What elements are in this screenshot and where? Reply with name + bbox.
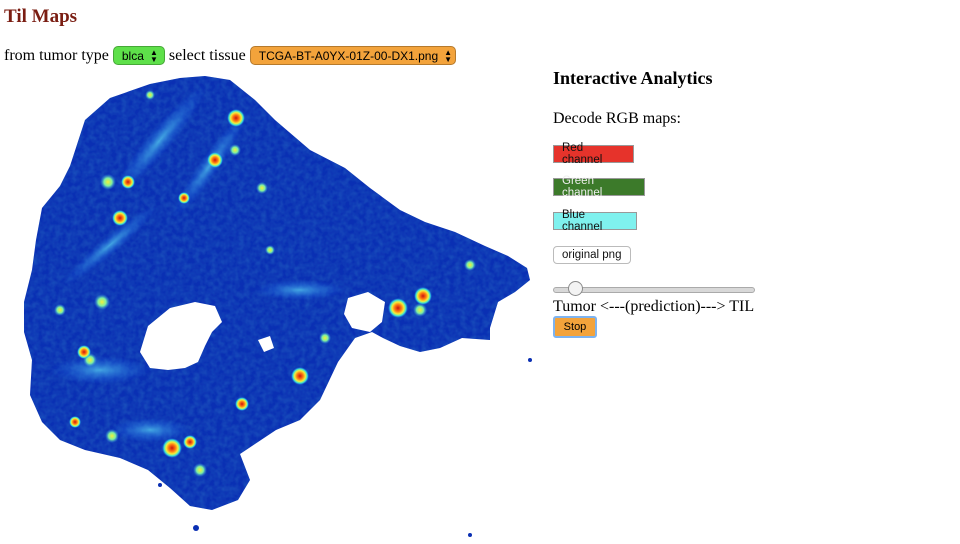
analytics-heading: Interactive Analytics bbox=[553, 68, 713, 88]
til-heatmap-image bbox=[0, 70, 545, 540]
decode-label: Decode RGB maps: bbox=[553, 110, 681, 127]
prediction-slider[interactable] bbox=[553, 280, 755, 298]
stop-button[interactable]: Stop bbox=[553, 316, 597, 338]
up-down-arrows-icon: ▲ ▼ bbox=[444, 47, 453, 64]
prediction-label: Tumor <---(prediction)---> TIL bbox=[553, 298, 755, 315]
tumor-type-value: blca bbox=[121, 48, 144, 63]
green-channel-button[interactable]: Green channel bbox=[553, 175, 645, 199]
tissue-label: select tissue bbox=[168, 46, 246, 64]
original-png-button[interactable]: original png bbox=[553, 246, 631, 264]
up-down-arrows-icon: ▲ ▼ bbox=[149, 47, 158, 64]
tissue-value: TCGA-BT-A0YX-01Z-00-DX1.png bbox=[258, 48, 439, 63]
tumor-type-select[interactable]: blca ▲ ▼ bbox=[112, 46, 165, 65]
slider-track bbox=[553, 287, 755, 293]
selector-row: from tumor type blca ▲ ▼ select tissue TC… bbox=[4, 46, 460, 65]
page-title: Til Maps bbox=[4, 6, 78, 27]
analytics-panel: Interactive Analytics Decode RGB maps: R… bbox=[553, 68, 953, 338]
slider-thumb[interactable] bbox=[568, 281, 583, 296]
tumor-type-label: from tumor type bbox=[4, 46, 109, 64]
red-channel-button[interactable]: Red channel bbox=[553, 142, 634, 166]
blue-channel-button[interactable]: Blue channel bbox=[553, 209, 637, 233]
tissue-select[interactable]: TCGA-BT-A0YX-01Z-00-DX1.png ▲ ▼ bbox=[249, 46, 456, 65]
